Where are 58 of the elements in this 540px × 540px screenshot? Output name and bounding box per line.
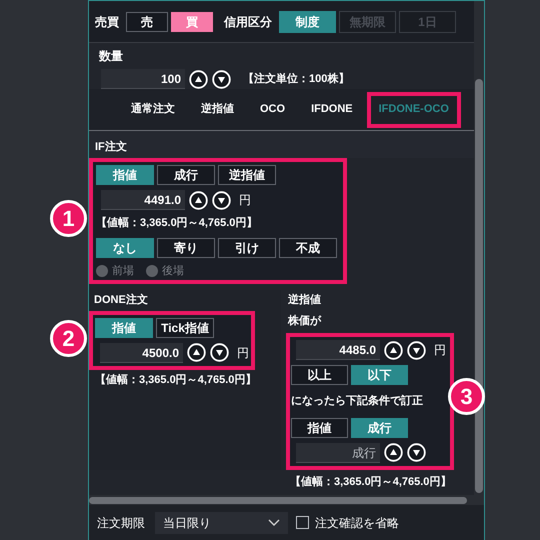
order-type-tab[interactable]: IFDONE (299, 92, 365, 128)
skip-confirm-checkbox[interactable]: 注文確認を省略 (296, 514, 399, 532)
option-button[interactable]: 以下 (351, 365, 408, 385)
unit-note: 【注文単位：100株】 (243, 72, 350, 87)
order-type-tab[interactable]: OCO (248, 92, 298, 128)
section-title: IF注文 (95, 140, 127, 154)
price-field[interactable]: 4485.0 (296, 340, 380, 360)
price-range: 【値幅：3,365.0円～4,765.0円】 (96, 216, 258, 231)
option-button[interactable]: 成行 (351, 418, 408, 438)
section-title: DONE注文 (94, 292, 149, 308)
option-button[interactable]: 逆指値 (218, 165, 276, 185)
option-button[interactable]: 以上 (291, 365, 348, 385)
order-type-tab[interactable]: 通常注文 (119, 92, 187, 128)
order-type-tab[interactable]: IFDONE-OCO (366, 92, 461, 128)
field-label: 売買 (95, 14, 119, 30)
field-label: 信用区分 (224, 14, 272, 30)
option-button[interactable]: 指値 (291, 418, 348, 438)
increment-button[interactable] (384, 443, 403, 462)
price-field[interactable]: 4500.0 (100, 342, 183, 362)
field-label: 数量 (99, 48, 124, 65)
condition-text: になったら下記条件で訂正 (291, 394, 424, 409)
option-button[interactable]: 指値 (96, 165, 154, 185)
option-button[interactable]: 引け (218, 238, 276, 258)
field-label: 株価が (288, 314, 322, 328)
expiry-dropdown[interactable]: 当日限り (155, 512, 288, 534)
increment-button[interactable] (189, 190, 208, 210)
option-button[interactable]: 制度 (279, 10, 336, 32)
increment-button[interactable] (187, 343, 206, 362)
increment-button[interactable] (189, 70, 208, 88)
price-field[interactable]: 成行 (296, 442, 380, 462)
price-field[interactable]: 4491.0 (101, 190, 185, 210)
price-range: 【値幅：3,365.0円～4,765.0円】 (95, 372, 258, 388)
option-button[interactable]: 寄り (157, 238, 215, 258)
chevron-down-icon (268, 518, 280, 526)
option-button[interactable]: 売 (126, 12, 168, 32)
decrement-button[interactable] (407, 443, 426, 462)
field-label: 注文期限 (97, 514, 146, 532)
price-field[interactable]: 100 (101, 69, 185, 89)
decrement-button[interactable] (407, 340, 426, 360)
decrement-button[interactable] (210, 343, 229, 362)
decrement-button[interactable] (212, 70, 231, 88)
option-button[interactable]: Tick指値 (156, 318, 214, 338)
option-button[interactable]: 成行 (157, 165, 215, 185)
section-title: 逆指値 (288, 292, 322, 308)
horizontal-scrollbar[interactable] (89, 496, 467, 504)
step-badge: 2 (50, 320, 87, 357)
unit-label: 円 (434, 342, 446, 359)
order-type-tab[interactable]: 逆指値 (189, 92, 246, 128)
vertical-scrollbar[interactable] (475, 79, 483, 493)
unit-label: 円 (239, 192, 251, 209)
step-badge: 1 (50, 200, 87, 237)
unit-label: 円 (237, 344, 249, 362)
decrement-button[interactable] (212, 190, 231, 210)
option-button[interactable]: 指値 (95, 318, 153, 338)
increment-button[interactable] (384, 340, 403, 360)
option-button[interactable]: なし (96, 238, 154, 258)
price-range: 【値幅：3,365.0円～4,765.0円】 (290, 474, 452, 490)
option-button[interactable]: 不成 (279, 238, 337, 258)
